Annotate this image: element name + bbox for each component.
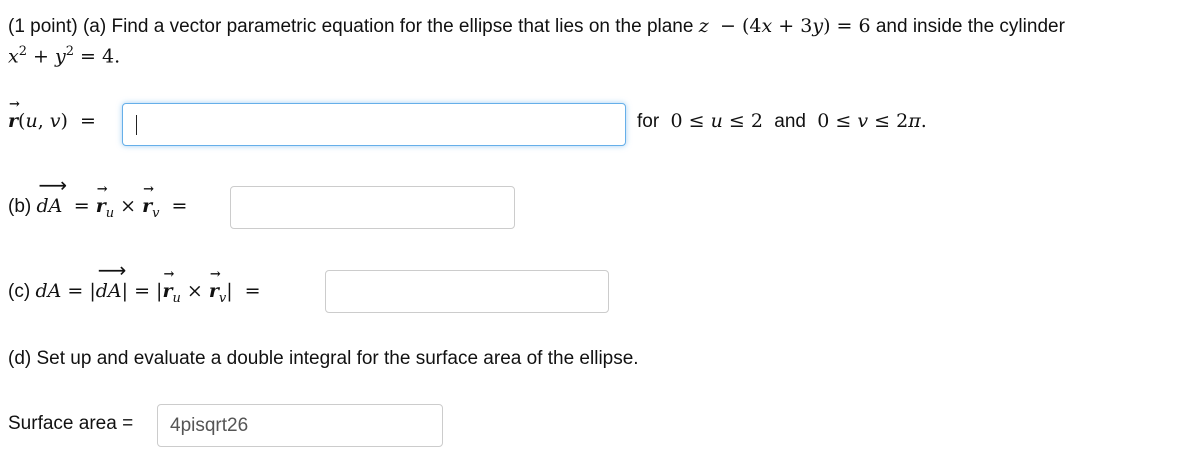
question-intro: (1 point) (a) Find a vector parametric e… [8,16,694,37]
dA-magnitude-label: (c) dA = |⟶dA| = |ru × rv| = [8,258,261,306]
r-uv-input[interactable] [122,103,626,146]
question-and-inside: and inside the cylinder [875,16,1065,37]
plane-equation: z [698,15,709,37]
dA-vector-label: (b) ⟶dA = ru × rv = [8,173,187,221]
surface-area-input[interactable]: 4pisqrt26 [157,404,443,447]
r-uv-label: r(u, v) = [8,97,96,133]
part-d-text: (d) Set up and evaluate a double integra… [8,348,639,369]
text-caret [136,114,137,135]
cylinder-equation: x2 + y2 = 4. [8,44,121,68]
dA-magnitude-input[interactable] [325,270,609,313]
surface-area-label: Surface area = [8,413,134,434]
dA-vector-input[interactable] [230,186,515,229]
question-line-1: (1 point) (a) Find a vector parametric e… [8,15,1065,37]
parameter-range: for 0 ≤ u ≤ 2 and 0 ≤ v ≤ 2π. [637,110,927,132]
